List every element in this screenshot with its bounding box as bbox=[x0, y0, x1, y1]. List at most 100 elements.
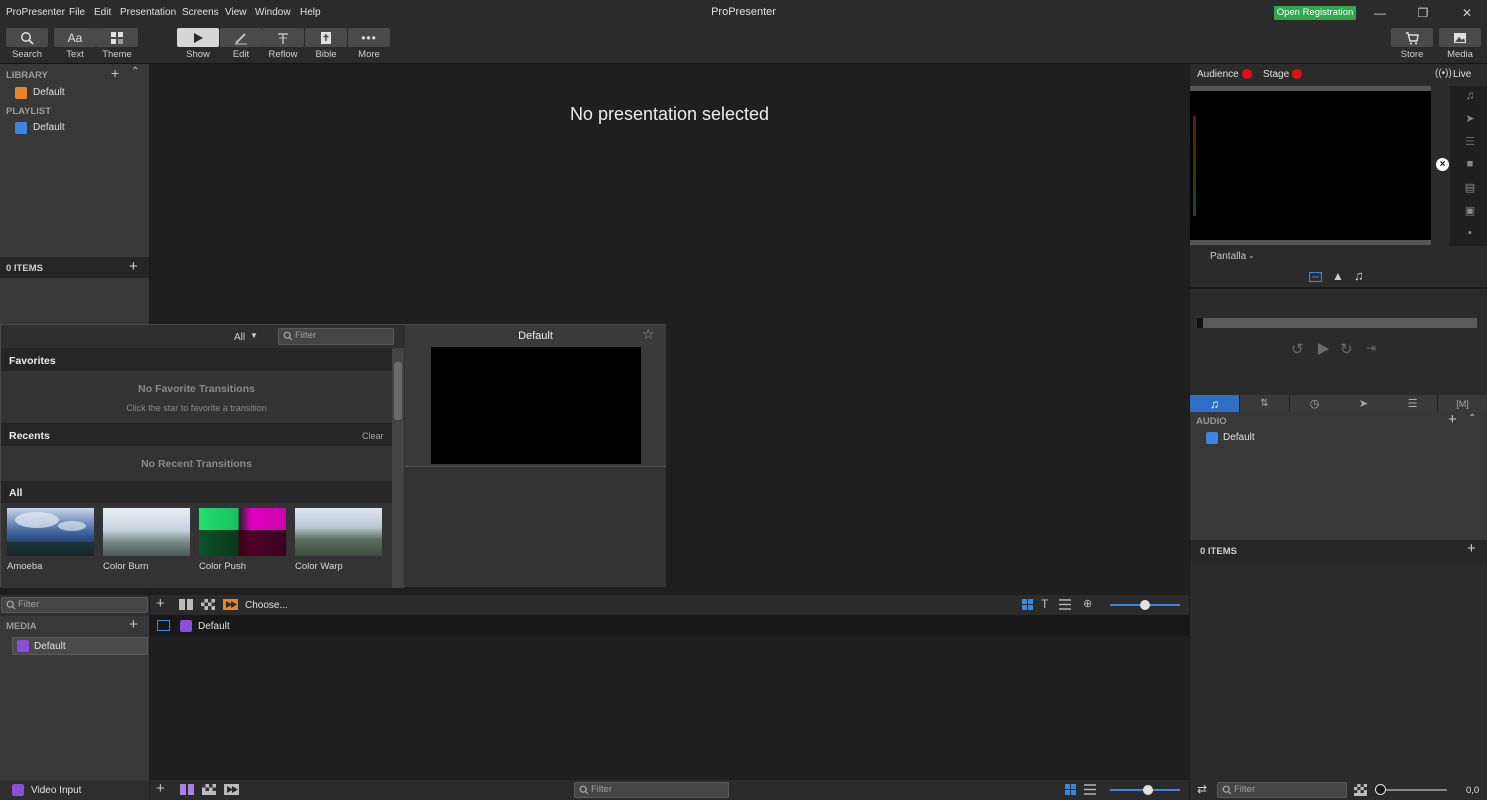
grid-view-bottom-icon[interactable] bbox=[1065, 784, 1076, 795]
grid-bottom-icon[interactable] bbox=[180, 784, 194, 795]
menu-edit[interactable]: Edit bbox=[94, 7, 111, 18]
menu-file[interactable]: File bbox=[69, 7, 85, 18]
add-item-icon[interactable]: + bbox=[129, 258, 138, 275]
library-item-default[interactable]: Default bbox=[33, 87, 65, 98]
checkerboard-bottom-icon[interactable] bbox=[202, 784, 216, 795]
forward-15-icon[interactable]: ↻ bbox=[1340, 340, 1353, 358]
slide-preview-icon[interactable] bbox=[1309, 272, 1322, 282]
recents-header: Recents bbox=[9, 430, 50, 442]
reflow-mode-button[interactable]: Reflow bbox=[262, 28, 304, 62]
minimize-icon[interactable]: — bbox=[1371, 4, 1389, 22]
music-note-icon[interactable]: ♫ bbox=[1354, 268, 1364, 283]
menu-propresenter[interactable]: ProPresenter bbox=[6, 7, 65, 18]
live-label[interactable]: Live bbox=[1453, 69, 1471, 80]
clear-all-icon[interactable]: × bbox=[1436, 158, 1449, 171]
transitions-scrollbar[interactable] bbox=[392, 348, 404, 588]
add-media-bottom-icon[interactable]: + bbox=[156, 780, 165, 797]
collapse-audio-icon[interactable]: ⌃ bbox=[1468, 413, 1476, 424]
grid-icon[interactable] bbox=[179, 599, 193, 610]
edit-mode-button[interactable]: Edit bbox=[220, 28, 262, 62]
grid-view-icon[interactable] bbox=[1022, 599, 1033, 610]
search-button[interactable]: Search bbox=[6, 28, 48, 62]
text-button[interactable]: Aa Text bbox=[54, 28, 96, 62]
checkerboard-icon[interactable] bbox=[201, 599, 215, 610]
media-zoom-handle[interactable] bbox=[1143, 785, 1153, 795]
preview-bottom-bar bbox=[1190, 240, 1431, 245]
store-button[interactable]: Store bbox=[1391, 28, 1433, 62]
list-view-icon[interactable] bbox=[1059, 599, 1071, 610]
image-layer-icon[interactable]: ▣ bbox=[1462, 202, 1478, 218]
menu-presentation[interactable]: Presentation bbox=[120, 7, 176, 18]
add-media-icon[interactable]: + bbox=[129, 616, 138, 633]
transition-thumb-amoeba[interactable] bbox=[7, 508, 94, 556]
audio-bottom-bar: ⇄ Filter 0,0 bbox=[1190, 780, 1487, 800]
tab-props[interactable]: ⇅ bbox=[1240, 395, 1289, 412]
stage-record-indicator[interactable] bbox=[1292, 69, 1302, 79]
tab-audio[interactable]: ♫ bbox=[1190, 395, 1239, 412]
menu-view[interactable]: View bbox=[225, 7, 247, 18]
theme-button[interactable]: Theme bbox=[96, 28, 138, 62]
video-layer-icon[interactable]: ▪ bbox=[1462, 225, 1478, 241]
media-button[interactable]: Media bbox=[1439, 28, 1481, 62]
tab-macros[interactable]: [M] bbox=[1438, 395, 1487, 412]
rewind-15-icon[interactable]: ↺ bbox=[1291, 340, 1304, 358]
shuffle-icon[interactable]: ⇄ bbox=[1197, 782, 1207, 796]
restore-icon[interactable]: ❐ bbox=[1414, 4, 1432, 22]
audience-record-indicator[interactable] bbox=[1242, 69, 1252, 79]
playlist-item-default[interactable]: Default bbox=[33, 122, 65, 133]
media-scrubber[interactable] bbox=[1197, 318, 1477, 328]
tab-layers[interactable]: ☰ bbox=[1388, 395, 1437, 412]
play-icon[interactable] bbox=[1316, 342, 1330, 356]
checkerboard-audio-icon[interactable] bbox=[1354, 784, 1367, 796]
menu-screens[interactable]: Screens bbox=[182, 7, 219, 18]
send-layer-icon[interactable]: ➤ bbox=[1462, 110, 1478, 126]
more-mode-button[interactable]: ••• More bbox=[348, 28, 390, 62]
close-icon[interactable]: ✕ bbox=[1458, 4, 1476, 22]
reflow-label: Reflow bbox=[268, 49, 298, 60]
library-filter-input[interactable]: Filter bbox=[1, 597, 148, 613]
choose-transition-button[interactable]: Choose... bbox=[245, 600, 288, 611]
clear-recents-button[interactable]: Clear bbox=[362, 431, 384, 441]
collapse-library-icon[interactable]: ⌃ bbox=[131, 66, 139, 77]
menu-window[interactable]: Window bbox=[255, 7, 291, 18]
menu-help[interactable]: Help bbox=[300, 7, 321, 18]
add-audio-item-icon[interactable]: + bbox=[1467, 540, 1476, 557]
add-media-playlist-icon[interactable]: + bbox=[156, 595, 165, 612]
video-input-bar[interactable]: Video Input bbox=[0, 781, 149, 800]
text-view-icon[interactable]: T bbox=[1041, 597, 1048, 611]
add-library-icon[interactable]: + bbox=[111, 65, 119, 81]
transition-thumb-color-push[interactable] bbox=[199, 508, 286, 556]
text-layer-icon[interactable]: ▤ bbox=[1462, 179, 1478, 195]
list-view-bottom-icon[interactable] bbox=[1084, 784, 1096, 795]
media-item-default[interactable]: Default bbox=[12, 637, 148, 655]
skip-end-icon[interactable]: ⇥ bbox=[1366, 341, 1376, 355]
announcement-icon[interactable]: ■ bbox=[1462, 156, 1478, 172]
tab-messages[interactable]: ➤ bbox=[1339, 395, 1388, 412]
volume-slider-handle[interactable] bbox=[1375, 784, 1386, 795]
row-checkbox[interactable] bbox=[157, 620, 170, 631]
media-bin-area bbox=[150, 636, 1189, 780]
open-registration-button[interactable]: Open Registration bbox=[1274, 6, 1356, 20]
music-layer-icon[interactable]: ♫ bbox=[1462, 87, 1478, 103]
transition-thumb-color-burn[interactable] bbox=[103, 508, 190, 556]
transition-icon[interactable] bbox=[223, 599, 238, 610]
audio-filter-input[interactable]: Filter bbox=[1217, 782, 1347, 798]
screen-select[interactable]: Pantalla bbox=[1210, 251, 1246, 262]
bible-mode-button[interactable]: Bible bbox=[305, 28, 347, 62]
media-filter-input[interactable]: Filter bbox=[574, 782, 729, 798]
show-mode-button[interactable]: Show bbox=[177, 28, 219, 62]
megaphone-icon[interactable]: ▲ bbox=[1332, 269, 1344, 283]
add-audio-icon[interactable]: + bbox=[1448, 411, 1457, 428]
tab-timers[interactable]: ◷ bbox=[1290, 395, 1339, 412]
transition-thumb-color-warp[interactable] bbox=[295, 508, 382, 556]
transitions-category-dropdown[interactable]: All bbox=[234, 332, 245, 343]
media-playlist-icon bbox=[17, 640, 29, 652]
media-playlist-row[interactable]: Default bbox=[150, 615, 1189, 636]
layers-icon[interactable]: ☰ bbox=[1462, 133, 1478, 149]
options-icon[interactable]: ⊕ bbox=[1083, 597, 1092, 610]
transitions-filter-input[interactable]: Filter bbox=[278, 328, 394, 345]
zoom-slider-handle[interactable] bbox=[1140, 600, 1150, 610]
star-icon[interactable]: ☆ bbox=[642, 326, 655, 343]
transition-bottom-icon[interactable] bbox=[224, 784, 239, 795]
audio-item-default[interactable]: Default bbox=[1223, 432, 1255, 443]
